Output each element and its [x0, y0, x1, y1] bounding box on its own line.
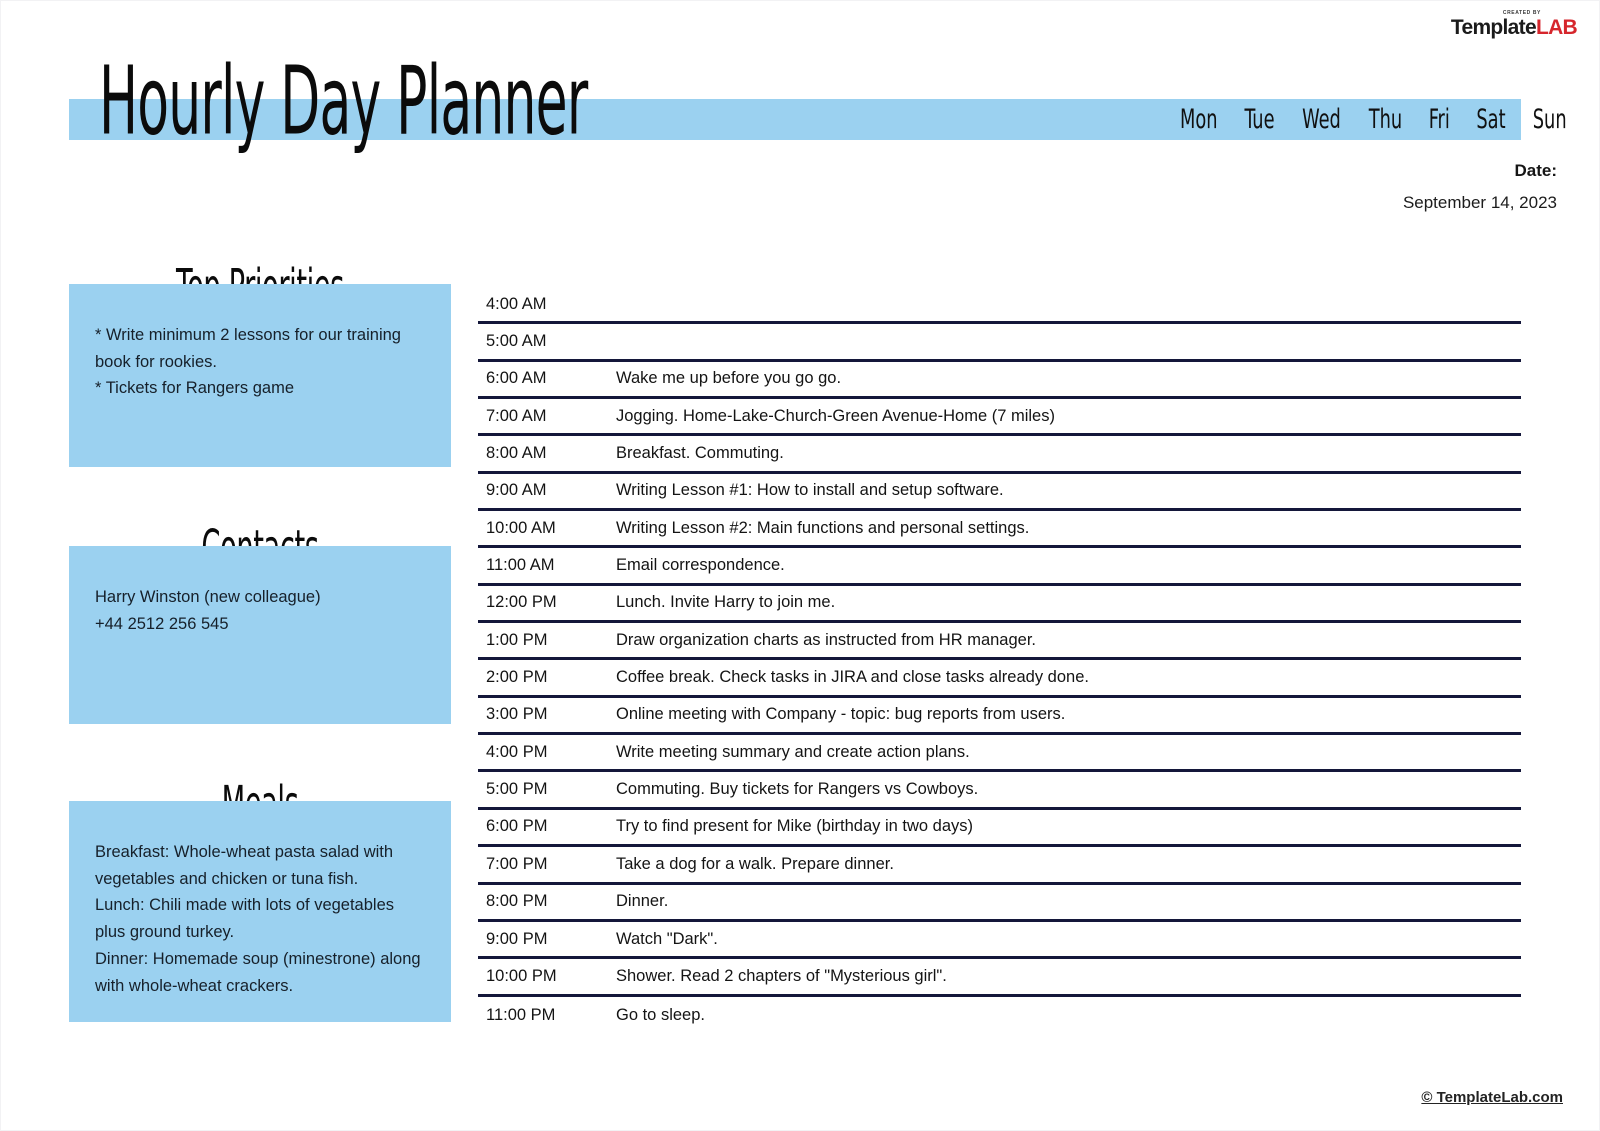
weekday-wed[interactable]: Wed — [1302, 105, 1341, 135]
schedule-row: 2:00 PM Coffee break. Check tasks in JIRA… — [478, 660, 1521, 698]
schedule-row: 3:00 PM Online meeting with Company - top… — [478, 698, 1521, 736]
date-label: Date: — [1514, 161, 1557, 180]
schedule-row: 8:00 AM Breakfast. Commuting. — [478, 436, 1521, 474]
hourly-schedule-table: 4:00 AM 5:00 AM 6:00 AM Wake me up before y… — [478, 287, 1521, 1034]
schedule-row-time: 7:00 PM — [486, 854, 548, 873]
planner-page: Created by TemplateLAB Hourly Day Planne… — [0, 0, 1600, 1131]
schedule-row-task[interactable]: Write meeting summary and create action … — [616, 743, 1521, 762]
schedule-row-time: 8:00 AM — [486, 444, 547, 463]
schedule-row-time: 4:00 AM — [486, 294, 547, 313]
schedule-row: 6:00 AM Wake me up before you go go. — [478, 362, 1521, 400]
logo-wordmark: TemplateLAB — [1450, 16, 1578, 39]
schedule-row: 1:00 PM Draw organization charts as instr… — [478, 623, 1521, 661]
schedule-row-time: 9:00 PM — [486, 929, 548, 948]
schedule-row: 11:00 PM Go to sleep. — [478, 997, 1521, 1034]
weekday-sun[interactable]: Sun — [1532, 105, 1566, 135]
top-priorities-panel: * Write minimum 2 lessons for our traini… — [69, 284, 451, 467]
schedule-row-time: 5:00 AM — [486, 332, 547, 351]
schedule-row-task[interactable]: Writing Lesson #1: How to install and se… — [616, 481, 1521, 500]
schedule-row-task[interactable]: Lunch. Invite Harry to join me. — [616, 593, 1521, 612]
schedule-row-task[interactable]: Online meeting with Company - topic: bug… — [616, 705, 1521, 724]
schedule-row-task[interactable]: Coffee break. Check tasks in JIRA and cl… — [616, 668, 1521, 687]
schedule-row: 8:00 PM Dinner. — [478, 885, 1521, 922]
schedule-row: 7:00 PM Take a dog for a walk. Prepare di… — [478, 847, 1521, 885]
schedule-row-task[interactable]: Jogging. Home-Lake-Church-Green Avenue-H… — [616, 407, 1521, 426]
weekday-tue[interactable]: Tue — [1245, 105, 1275, 135]
schedule-row-task[interactable]: Dinner. — [616, 892, 1521, 911]
schedule-row-time: 11:00 PM — [486, 1005, 556, 1024]
schedule-row-time: 7:00 AM — [486, 406, 547, 425]
schedule-row-time: 4:00 PM — [486, 742, 548, 761]
schedule-row: 5:00 PM Commuting. Buy tickets for Ranger… — [478, 772, 1521, 810]
top-priorities-text[interactable]: * Write minimum 2 lessons for our traini… — [95, 322, 425, 402]
schedule-row-task[interactable]: Draw organization charts as instructed f… — [616, 631, 1521, 650]
weekday-sat[interactable]: Sat — [1476, 105, 1505, 135]
schedule-row: 5:00 AM — [478, 324, 1521, 362]
footer-copyright[interactable]: © TemplateLab.com — [1421, 1089, 1563, 1106]
schedule-row: 11:00 AM Email correspondence. — [478, 548, 1521, 586]
schedule-row-time: 12:00 PM — [486, 593, 557, 612]
schedule-row-task[interactable]: Commuting. Buy tickets for Rangers vs Co… — [616, 780, 1521, 799]
logo-word-template: Template — [1450, 16, 1537, 39]
date-value[interactable]: September 14, 2023 — [1403, 193, 1557, 213]
weekday-mon[interactable]: Mon — [1180, 105, 1218, 135]
schedule-row-time: 2:00 PM — [486, 668, 548, 687]
schedule-row: 4:00 PM Write meeting summary and create … — [478, 735, 1521, 773]
templatelab-logo: Created by TemplateLAB — [1450, 11, 1578, 39]
contacts-panel: Harry Winston (new colleague) +44 2512 2… — [69, 546, 451, 724]
schedule-row-time: 10:00 PM — [486, 966, 557, 985]
page-title: Hourly Day Planner — [99, 46, 588, 157]
schedule-row-task[interactable]: Email correspondence. — [616, 556, 1521, 575]
schedule-row-task[interactable]: Take a dog for a walk. Prepare dinner. — [616, 855, 1521, 874]
schedule-row-task[interactable]: Watch "Dark". — [616, 930, 1521, 949]
schedule-row-time: 10:00 AM — [486, 518, 556, 537]
schedule-row-time: 6:00 AM — [486, 369, 547, 388]
schedule-row-task[interactable]: Try to find present for Mike (birthday i… — [616, 817, 1521, 836]
schedule-row: 9:00 PM Watch "Dark". — [478, 922, 1521, 960]
schedule-row-time: 11:00 AM — [486, 556, 555, 575]
schedule-row: 12:00 PM Lunch. Invite Harry to join me. — [478, 586, 1521, 624]
schedule-row-time: 1:00 PM — [486, 630, 548, 649]
meals-text[interactable]: Breakfast: Whole-wheat pasta salad with … — [95, 839, 425, 999]
schedule-row: 6:00 PM Try to find present for Mike (bir… — [478, 810, 1521, 848]
schedule-row-time: 5:00 PM — [486, 780, 548, 799]
schedule-row-time: 9:00 AM — [486, 481, 547, 500]
weekday-fri[interactable]: Fri — [1429, 105, 1450, 135]
meals-panel: Breakfast: Whole-wheat pasta salad with … — [69, 801, 451, 1022]
schedule-row: 4:00 AM — [478, 287, 1521, 325]
schedule-row: 7:00 AM Jogging. Home-Lake-Church-Green A… — [478, 399, 1521, 437]
schedule-row: 9:00 AM Writing Lesson #1: How to install… — [478, 474, 1521, 512]
schedule-row-task[interactable]: Go to sleep. — [616, 1006, 1521, 1025]
schedule-row-time: 3:00 PM — [486, 705, 548, 724]
contacts-text[interactable]: Harry Winston (new colleague) +44 2512 2… — [95, 584, 425, 637]
schedule-row: 10:00 PM Shower. Read 2 chapters of "Myst… — [478, 959, 1521, 997]
schedule-row-time: 6:00 PM — [486, 817, 548, 836]
weekday-selector[interactable]: Mon Tue Wed Thu Fri Sat Sun — [1177, 101, 1569, 139]
schedule-row-task[interactable]: Breakfast. Commuting. — [616, 444, 1521, 463]
logo-word-lab: LAB — [1535, 16, 1578, 39]
weekday-thu[interactable]: Thu — [1369, 105, 1402, 135]
schedule-row-time: 8:00 PM — [486, 892, 548, 911]
schedule-row-task[interactable]: Shower. Read 2 chapters of "Mysterious g… — [616, 967, 1521, 986]
schedule-row: 10:00 AM Writing Lesson #2: Main function… — [478, 511, 1521, 549]
schedule-row-task[interactable]: Writing Lesson #2: Main functions and pe… — [616, 519, 1521, 538]
schedule-row-task[interactable]: Wake me up before you go go. — [616, 369, 1521, 388]
